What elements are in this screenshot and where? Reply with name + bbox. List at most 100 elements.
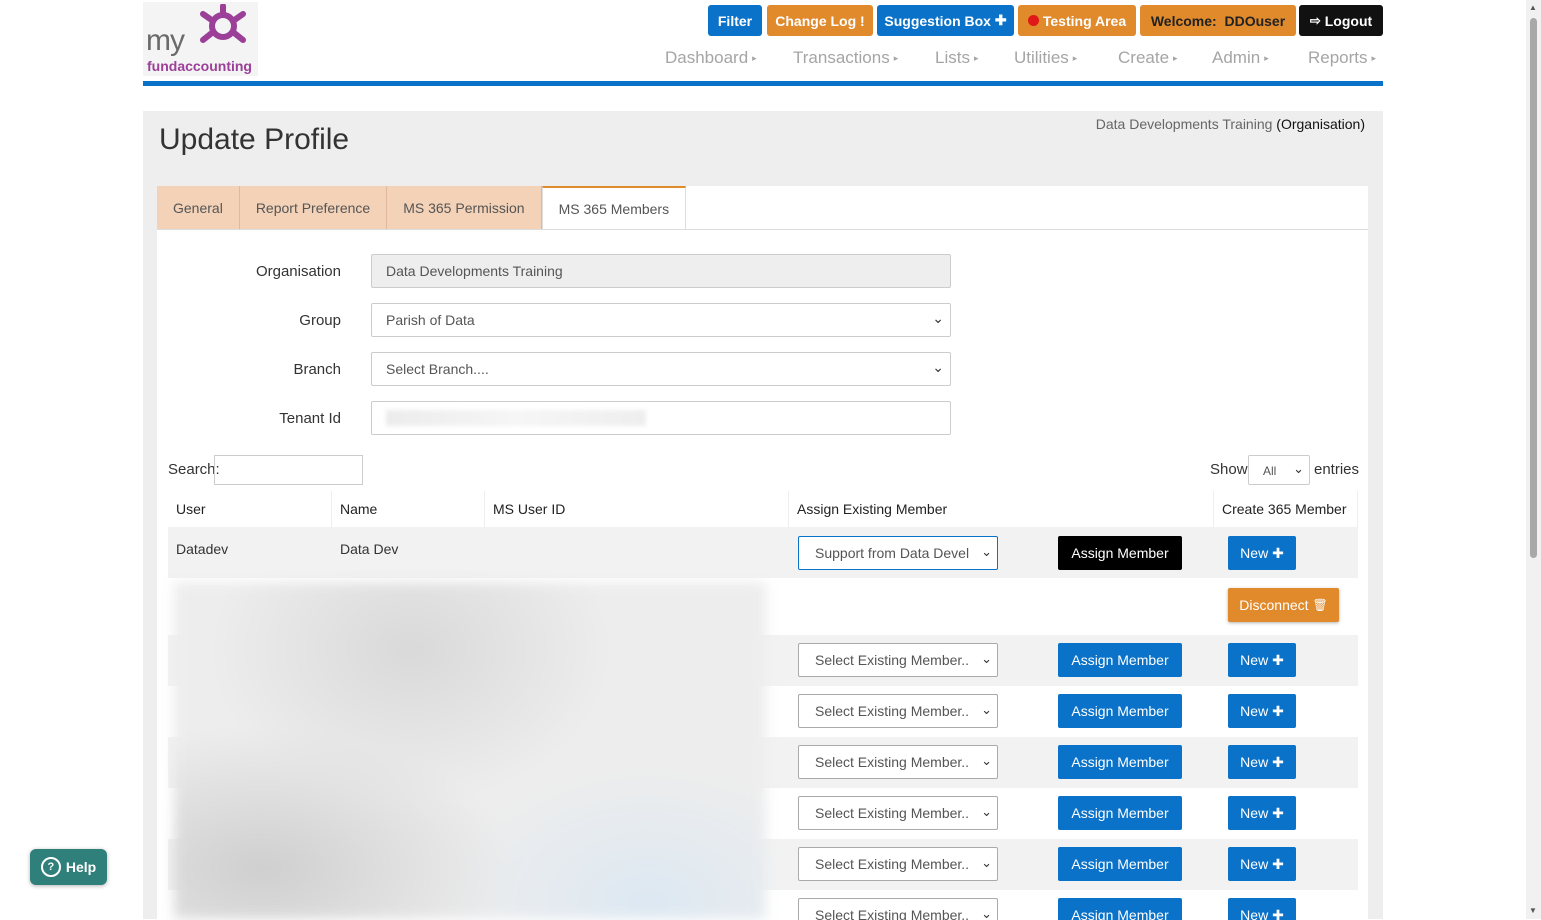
tab-general[interactable]: General (157, 186, 240, 229)
caret-right-icon: ▸ (1264, 53, 1269, 63)
chevron-down-icon: ⌄ (981, 651, 992, 667)
plus-icon: ✚ (1272, 703, 1284, 720)
entries-select[interactable]: All ⌄ (1248, 455, 1310, 485)
logo-star-icon (195, 4, 251, 48)
assign-label: Assign Member (1071, 856, 1168, 872)
tab-report-preference[interactable]: Report Preference (240, 186, 387, 229)
name-cell: Data Dev (340, 541, 398, 557)
logout-button[interactable]: ⇨Logout (1299, 5, 1383, 36)
caret-right-icon: ▸ (752, 53, 757, 63)
menu-admin[interactable]: Admin ▸ (1212, 48, 1269, 68)
top-navigation: my fundaccounting Filter Change Log ! Su… (143, 0, 1383, 86)
new-member-button[interactable]: New ✚ (1228, 898, 1296, 920)
tab-bar: General Report Preference MS 365 Permiss… (157, 186, 686, 229)
select-value: Support from Data Devel (815, 545, 969, 561)
vertical-scrollbar[interactable]: ▲ ▼ (1526, 0, 1541, 919)
assign-label: Assign Member (1071, 805, 1168, 821)
menu-label: Transactions (793, 48, 890, 67)
branch-value: Select Branch.... (386, 361, 489, 377)
branch-select[interactable]: Select Branch....⌄ (371, 352, 951, 386)
menu-label: Reports (1308, 48, 1368, 67)
assign-label: Assign Member (1071, 754, 1168, 770)
plus-icon: ✚ (1272, 754, 1284, 771)
assign-label: Assign Member (1071, 652, 1168, 668)
chevron-down-icon: ⌄ (981, 544, 992, 560)
new-member-button[interactable]: New ✚ (1228, 694, 1296, 728)
assign-member-button[interactable]: Assign Member (1058, 643, 1182, 677)
menu-transactions[interactable]: Transactions ▸ (793, 48, 898, 68)
new-member-button[interactable]: New ✚ (1228, 847, 1296, 881)
caret-right-icon: ▸ (1173, 53, 1178, 63)
header-assign-existing-member[interactable]: Assign Existing Member (789, 491, 1214, 527)
menu-dashboard[interactable]: Dashboard▸ (665, 48, 757, 68)
new-member-button[interactable]: New ✚ (1228, 745, 1296, 779)
testing-area-button[interactable]: Testing Area (1018, 5, 1136, 36)
scrollbar-thumb[interactable] (1530, 18, 1537, 558)
select-value: Select Existing Member.. (815, 907, 969, 920)
existing-member-select[interactable]: Select Existing Member..⌄ (798, 745, 998, 779)
tenant-id-field[interactable] (371, 401, 951, 435)
blurred-tenant-id (386, 410, 646, 426)
logo[interactable]: my fundaccounting (143, 2, 258, 76)
plus-icon: ✚ (1272, 545, 1284, 562)
menu-create[interactable]: Create▸ (1118, 48, 1178, 68)
red-dot-icon (1028, 15, 1039, 26)
filter-button[interactable]: Filter (708, 5, 762, 36)
assign-member-button[interactable]: Assign Member (1058, 694, 1182, 728)
group-select[interactable]: Parish of Data⌄ (371, 303, 951, 337)
new-member-button[interactable]: New ✚ (1228, 643, 1296, 677)
menu-label: Admin (1212, 48, 1260, 67)
disconnect-button[interactable]: Disconnect 🗑 (1228, 588, 1339, 622)
organisation-caption: Data Developments Training (Organisation… (1096, 116, 1365, 132)
entries-value: All (1263, 464, 1276, 478)
welcome-user: DDOuser (1224, 13, 1285, 29)
menu-lists[interactable]: Lists▸ (935, 48, 979, 68)
show-label: Show (1210, 461, 1248, 478)
entries-label: entries (1314, 461, 1359, 478)
existing-member-select[interactable]: Select Existing Member..⌄ (798, 694, 998, 728)
chevron-down-icon: ⌄ (1293, 461, 1304, 477)
new-member-button[interactable]: New ✚ (1228, 796, 1296, 830)
assign-member-button[interactable]: Assign Member (1058, 898, 1182, 920)
question-icon: ? (41, 857, 61, 877)
assign-member-button[interactable]: Assign Member (1058, 796, 1182, 830)
chevron-down-icon: ⌄ (981, 855, 992, 871)
redacted-user-data (174, 582, 766, 919)
assign-member-button[interactable]: Assign Member (1058, 847, 1182, 881)
select-value: Select Existing Member.. (815, 652, 969, 668)
org-type: (Organisation) (1276, 116, 1365, 132)
new-label: New (1240, 805, 1268, 821)
assign-member-button[interactable]: Assign Member (1058, 745, 1182, 779)
suggestion-box-button[interactable]: Suggestion Box ✚ (877, 5, 1014, 36)
tab-ms365-permission[interactable]: MS 365 Permission (387, 186, 541, 229)
header-name[interactable]: Name (332, 491, 485, 527)
new-label: New (1240, 545, 1268, 561)
menu-utilities[interactable]: Utilities▸ (1014, 48, 1077, 68)
scroll-down-icon[interactable]: ▼ (1529, 906, 1537, 915)
tab-ms365-members[interactable]: MS 365 Members (542, 186, 686, 229)
select-value: Select Existing Member.. (815, 856, 969, 872)
caret-right-icon: ▸ (894, 53, 899, 63)
existing-member-select[interactable]: Select Existing Member.. ⌄ (798, 847, 998, 881)
header-create-365-member[interactable]: Create 365 Member (1214, 491, 1358, 527)
assign-member-button[interactable]: Assign Member (1058, 536, 1182, 570)
assign-label: Assign Member (1071, 907, 1168, 920)
tab-divider (157, 229, 1368, 230)
caret-right-icon: ▸ (1073, 53, 1078, 63)
logout-icon: ⇨ (1310, 13, 1321, 29)
search-input[interactable] (214, 455, 363, 485)
existing-member-select[interactable]: Select Existing Member..⌄ (798, 898, 998, 920)
exclamation-icon: ! (860, 13, 865, 29)
existing-member-select[interactable]: Support from Data Devel ⌄ (798, 536, 998, 570)
scroll-up-icon[interactable]: ▲ (1529, 3, 1537, 12)
existing-member-select[interactable]: Select Existing Member..⌄ (798, 796, 998, 830)
menu-reports[interactable]: Reports▸ (1308, 48, 1376, 68)
change-log-button[interactable]: Change Log ! (767, 5, 873, 36)
header-user[interactable]: User (168, 491, 332, 527)
existing-member-select[interactable]: Select Existing Member.. ⌄ (798, 643, 998, 677)
new-member-button[interactable]: New ✚ (1228, 536, 1296, 570)
welcome-label: Welcome: (1151, 13, 1217, 29)
select-value: Select Existing Member.. (815, 703, 969, 719)
help-button[interactable]: ?Help (30, 849, 107, 885)
header-ms-user-id[interactable]: MS User ID (485, 491, 789, 527)
